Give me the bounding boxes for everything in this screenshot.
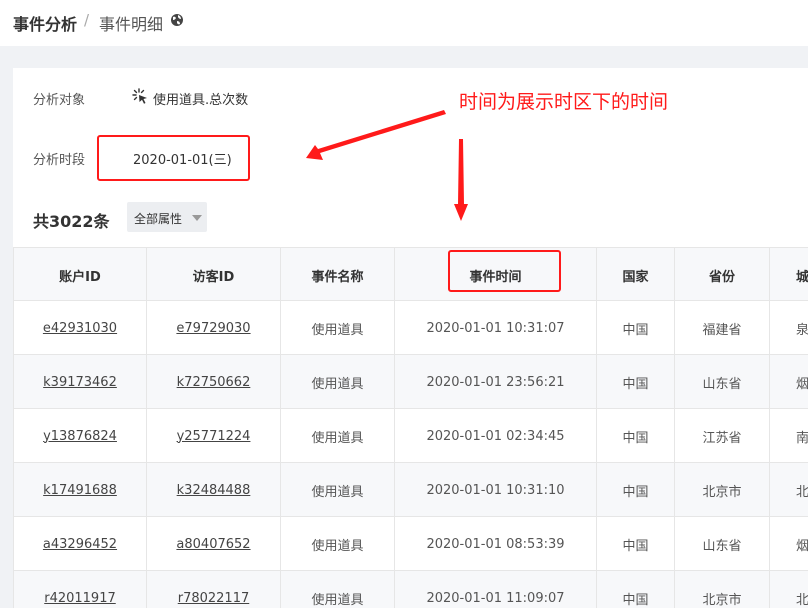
- event-time-cell: 2020-01-01 10:31:07: [395, 301, 597, 355]
- country-cell: 中国: [597, 571, 675, 608]
- visitor-id-cell: y25771224: [147, 409, 281, 463]
- city-cell: 北: [770, 571, 808, 608]
- table-row: y13876824 y25771224 使用道具 2020-01-01 02:3…: [13, 409, 808, 463]
- column-header-city[interactable]: 城: [770, 248, 808, 302]
- city-cell: 烟: [770, 517, 808, 571]
- visitor-id-link[interactable]: k32484488: [177, 483, 251, 498]
- account-id-cell: k17491688: [13, 463, 147, 517]
- province-cell: 福建省: [675, 301, 770, 355]
- analysis-period-label: 分析时段: [33, 153, 86, 168]
- city-cell: 烟: [770, 355, 808, 409]
- account-id-link[interactable]: e42931030: [43, 321, 117, 336]
- visitor-id-link[interactable]: k72750662: [177, 375, 251, 390]
- event-time-cell: 2020-01-01 11:09:07: [395, 571, 597, 608]
- annotation-text: 时间为展示时区下的时间: [459, 91, 669, 113]
- column-header-province[interactable]: 省份: [675, 248, 770, 302]
- breadcrumb-sub: 事件明细: [99, 15, 164, 34]
- event-name-cell: 使用道具: [281, 463, 395, 517]
- event-detail-table: 账户ID 访客ID 事件名称 事件时间 国家 省份 城 e42931030 e7…: [13, 247, 808, 608]
- province-cell: 北京市: [675, 463, 770, 517]
- visitor-id-cell: r78022117: [147, 571, 281, 608]
- event-time-cell: 2020-01-01 10:31:10: [395, 463, 597, 517]
- event-name-cell: 使用道具: [281, 571, 395, 608]
- province-cell: 江苏省: [675, 409, 770, 463]
- account-id-link[interactable]: k17491688: [43, 483, 117, 498]
- account-id-cell: e42931030: [13, 301, 147, 355]
- account-id-link[interactable]: k39173462: [43, 375, 117, 390]
- city-cell: 北: [770, 463, 808, 517]
- attribute-dropdown-value: 全部属性: [134, 212, 183, 226]
- account-id-cell: k39173462: [13, 355, 147, 409]
- event-name-cell: 使用道具: [281, 517, 395, 571]
- column-header-visitor-id[interactable]: 访客ID: [147, 248, 281, 302]
- globe-icon[interactable]: [170, 13, 184, 27]
- account-id-link[interactable]: r42011917: [44, 591, 116, 606]
- account-id-cell: y13876824: [13, 409, 147, 463]
- table-row: k39173462 k72750662 使用道具 2020-01-01 23:5…: [13, 355, 808, 409]
- visitor-id-link[interactable]: e79729030: [176, 321, 250, 336]
- analysis-target-label: 分析对象: [33, 93, 86, 108]
- account-id-link[interactable]: y13876824: [43, 429, 117, 444]
- visitor-id-cell: k72750662: [147, 355, 281, 409]
- city-cell: 泉: [770, 301, 808, 355]
- caret-down-icon: [192, 215, 202, 221]
- event-time-cell: 2020-01-01 02:34:45: [395, 409, 597, 463]
- account-id-cell: r42011917: [13, 571, 147, 608]
- breadcrumb-current[interactable]: 事件分析: [13, 11, 77, 35]
- city-cell: 南: [770, 409, 808, 463]
- column-header-event-name[interactable]: 事件名称: [281, 248, 395, 302]
- province-cell: 山东省: [675, 517, 770, 571]
- table-header-row: 账户ID 访客ID 事件名称 事件时间 国家 省份 城: [13, 247, 808, 302]
- highlight-box-event-time: [448, 250, 561, 292]
- account-id-link[interactable]: a43296452: [43, 537, 117, 552]
- analysis-target-value[interactable]: 使用道具.总次数: [153, 89, 248, 108]
- sparkle-cursor-icon: [132, 88, 147, 104]
- country-cell: 中国: [597, 517, 675, 571]
- visitor-id-cell: a80407652: [147, 517, 281, 571]
- account-id-cell: a43296452: [13, 517, 147, 571]
- country-cell: 中国: [597, 409, 675, 463]
- country-cell: 中国: [597, 463, 675, 517]
- visitor-id-cell: k32484488: [147, 463, 281, 517]
- event-name-cell: 使用道具: [281, 355, 395, 409]
- event-time-cell: 2020-01-01 08:53:39: [395, 517, 597, 571]
- attribute-dropdown[interactable]: 全部属性: [127, 202, 207, 232]
- column-header-account-id[interactable]: 账户ID: [13, 248, 147, 302]
- table-row: a43296452 a80407652 使用道具 2020-01-01 08:5…: [13, 517, 808, 571]
- table-row: r42011917 r78022117 使用道具 2020-01-01 11:0…: [13, 571, 808, 608]
- country-cell: 中国: [597, 301, 675, 355]
- table-row: k17491688 k32484488 使用道具 2020-01-01 10:3…: [13, 463, 808, 517]
- breadcrumb-separator: /: [84, 11, 90, 29]
- province-cell: 山东省: [675, 355, 770, 409]
- highlight-box-period: [97, 135, 250, 181]
- event-name-cell: 使用道具: [281, 409, 395, 463]
- column-header-country[interactable]: 国家: [597, 248, 675, 302]
- result-count: 共3022条: [33, 212, 110, 231]
- visitor-id-link[interactable]: a80407652: [176, 537, 250, 552]
- visitor-id-link[interactable]: y25771224: [177, 429, 251, 444]
- visitor-id-cell: e79729030: [147, 301, 281, 355]
- top-bar: 事件分析 / 事件明细: [0, 0, 808, 46]
- event-time-cell: 2020-01-01 23:56:21: [395, 355, 597, 409]
- table-row: e42931030 e79729030 使用道具 2020-01-01 10:3…: [13, 301, 808, 355]
- event-name-cell: 使用道具: [281, 301, 395, 355]
- visitor-id-link[interactable]: r78022117: [178, 591, 250, 606]
- country-cell: 中国: [597, 355, 675, 409]
- province-cell: 北京市: [675, 571, 770, 608]
